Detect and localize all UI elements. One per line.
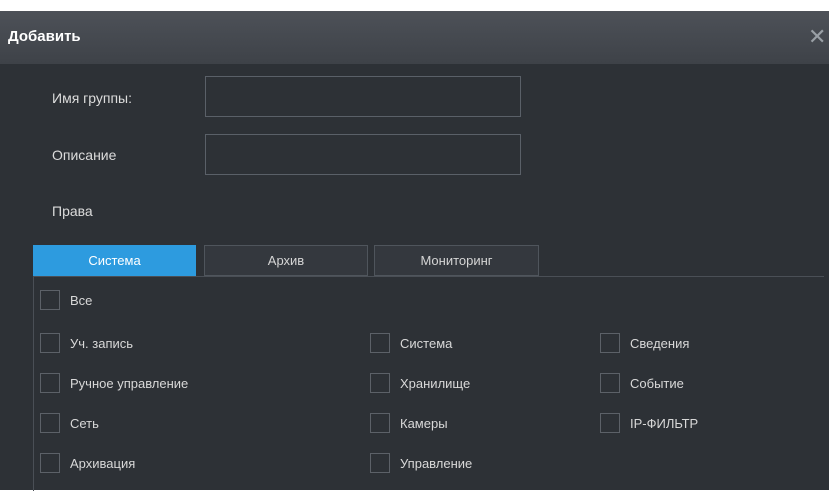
- checkbox[interactable]: [40, 413, 60, 433]
- permission-info[interactable]: Сведения: [600, 333, 689, 353]
- checkbox[interactable]: [370, 373, 390, 393]
- add-group-dialog: Добавить ✕ Имя группы: Описание Права Си…: [0, 11, 829, 491]
- checkbox[interactable]: [600, 413, 620, 433]
- group-name-input[interactable]: [205, 76, 521, 117]
- permission-label: Ручное управление: [70, 375, 189, 391]
- tab-archive[interactable]: Архив: [204, 245, 368, 276]
- permission-label: Архивация: [70, 455, 136, 471]
- permission-event[interactable]: Событие: [600, 373, 684, 393]
- tab-system[interactable]: Система: [33, 245, 196, 276]
- permission-label: IP-ФИЛЬТР: [630, 415, 699, 431]
- permission-network[interactable]: Сеть: [40, 413, 99, 433]
- permission-label: Сведения: [630, 335, 690, 351]
- permission-label: Хранилище: [400, 375, 471, 391]
- permission-label: Все: [70, 292, 93, 308]
- checkbox[interactable]: [370, 453, 390, 473]
- description-label: Описание: [52, 147, 117, 163]
- rights-label: Права: [52, 203, 93, 219]
- permission-account[interactable]: Уч. запись: [40, 333, 133, 353]
- permission-storage[interactable]: Хранилище: [370, 373, 470, 393]
- checkbox[interactable]: [600, 333, 620, 353]
- permission-label: Управление: [400, 455, 473, 471]
- close-icon[interactable]: ✕: [808, 23, 829, 51]
- permissions-panel: Все Уч. запись Ручное управление Сеть Ар…: [33, 276, 824, 491]
- dialog-title: Добавить: [8, 28, 81, 45]
- permission-label: Уч. запись: [70, 335, 134, 351]
- checkbox[interactable]: [370, 413, 390, 433]
- permission-label: Камеры: [400, 415, 448, 431]
- checkbox[interactable]: [370, 333, 390, 353]
- permission-backup[interactable]: Архивация: [40, 453, 135, 473]
- checkbox[interactable]: [40, 333, 60, 353]
- permission-management[interactable]: Управление: [370, 453, 472, 473]
- permission-manual-control[interactable]: Ручное управление: [40, 373, 188, 393]
- permission-system[interactable]: Система: [370, 333, 452, 353]
- checkbox-all[interactable]: [40, 290, 60, 310]
- tab-monitoring[interactable]: Мониторинг: [374, 245, 539, 276]
- permission-all[interactable]: Все: [40, 290, 92, 310]
- permission-label: Сеть: [70, 415, 99, 431]
- checkbox[interactable]: [40, 373, 60, 393]
- dialog-titlebar: Добавить ✕: [0, 11, 829, 64]
- description-input[interactable]: [205, 134, 521, 175]
- checkbox[interactable]: [40, 453, 60, 473]
- permission-label: Событие: [630, 375, 684, 391]
- group-name-label: Имя группы:: [52, 90, 133, 106]
- checkbox[interactable]: [600, 373, 620, 393]
- permission-cameras[interactable]: Камеры: [370, 413, 448, 433]
- permission-ip-filter[interactable]: IP-ФИЛЬТР: [600, 413, 698, 433]
- permission-label: Система: [400, 335, 453, 351]
